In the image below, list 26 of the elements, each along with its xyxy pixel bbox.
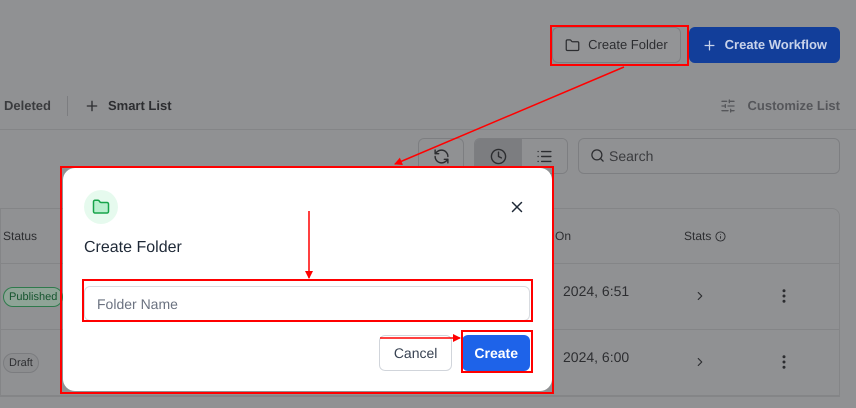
deleted-tab[interactable]: Deleted: [4, 96, 51, 116]
folder-icon: [84, 190, 118, 224]
annotation-arrow: [305, 211, 313, 279]
date-cell-text: 2024, 6:51: [563, 282, 630, 301]
create-button[interactable]: Create: [462, 335, 530, 371]
plus-icon: [702, 38, 717, 52]
create-workflow-button[interactable]: Create Workflow: [688, 27, 840, 63]
dialog-title: Create Folder: [84, 238, 183, 258]
info-icon: [715, 230, 726, 242]
column-header: Stats: [684, 228, 712, 245]
clock-icon: [490, 148, 506, 164]
folder-icon: [565, 38, 580, 52]
search-field[interactable]: Search: [578, 138, 840, 174]
date-cell-text: 2024, 6:00: [563, 348, 630, 367]
folder-name-field[interactable]: Folder Name: [84, 286, 530, 321]
column-header: On: [555, 228, 572, 245]
status-badge: Published: [3, 287, 64, 307]
create-folder-button[interactable]: Create Folder: [552, 27, 681, 63]
smart-list-button[interactable]: Smart List: [84, 96, 172, 116]
status-badge: Draft: [3, 353, 39, 373]
cancel-button[interactable]: Cancel: [378, 335, 452, 371]
customize-list-button[interactable]: Customize List: [720, 96, 840, 116]
search-icon: [590, 148, 605, 163]
plus-icon: [84, 98, 100, 114]
column-header: Status: [2, 228, 38, 245]
refresh-icon: [432, 148, 450, 164]
